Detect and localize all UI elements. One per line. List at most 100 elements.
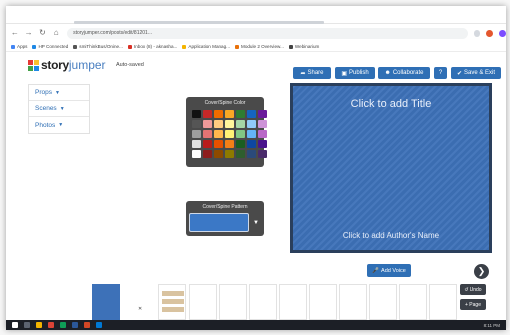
cover-author-placeholder[interactable]: Click to add Author's Name	[293, 231, 489, 240]
pattern-selector[interactable]	[189, 213, 249, 232]
back-icon[interactable]: ←	[10, 28, 20, 38]
publish-button[interactable]: ▣ Publish	[335, 67, 375, 79]
url-field[interactable]: storyjumper.com/posts/edit/81201...	[67, 27, 468, 39]
color-swatch[interactable]	[258, 140, 267, 148]
bookmark-application-manager[interactable]: Application Manag...	[182, 44, 230, 49]
color-swatch[interactable]	[236, 150, 245, 158]
home-icon[interactable]: ⌂	[51, 28, 61, 38]
page-thumbnail[interactable]	[369, 284, 397, 320]
bookmark-hp-connected[interactable]: HP Connected	[32, 44, 68, 49]
save-exit-button[interactable]: ✔ Save & Exit	[451, 67, 501, 79]
color-swatch[interactable]	[192, 130, 201, 138]
color-swatch[interactable]	[236, 120, 245, 128]
bookmark-icon	[73, 44, 78, 49]
bookmark-inbox[interactable]: Inbox (8) - aknasha...	[127, 44, 177, 49]
color-swatch[interactable]	[258, 110, 267, 118]
color-swatch[interactable]	[225, 120, 234, 128]
bookmark-module-2[interactable]: Module 2 Overview...	[235, 44, 284, 49]
color-swatch[interactable]	[236, 130, 245, 138]
page-thumbnail[interactable]	[309, 284, 337, 320]
color-swatch[interactable]	[214, 150, 223, 158]
color-swatch[interactable]	[225, 130, 234, 138]
menu-photos[interactable]: Photos ▼	[29, 117, 89, 133]
page-thumbnail[interactable]	[189, 284, 217, 320]
star-icon[interactable]	[473, 29, 481, 37]
color-swatch[interactable]	[203, 150, 212, 158]
color-swatch[interactable]	[192, 110, 201, 118]
extension-icon[interactable]	[486, 29, 494, 37]
page-thumbnail[interactable]	[219, 284, 247, 320]
color-swatch[interactable]	[192, 140, 201, 148]
next-page-arrow-icon[interactable]: ❯	[474, 264, 489, 279]
check-icon: ✔	[456, 70, 462, 77]
color-swatch[interactable]	[236, 110, 245, 118]
share-button[interactable]: ➦ Share	[293, 67, 331, 79]
module-icon	[235, 44, 239, 49]
browser-tab[interactable]	[74, 21, 324, 24]
powerpoint-icon[interactable]	[84, 322, 90, 328]
color-swatch[interactable]	[225, 110, 234, 118]
caret-down-icon: ▼	[54, 89, 60, 96]
mail-icon[interactable]	[96, 322, 102, 328]
add-voice-button[interactable]: 🎤 Add Voice	[367, 264, 411, 277]
color-swatch[interactable]	[247, 140, 256, 148]
color-swatch[interactable]	[214, 140, 223, 148]
color-swatch[interactable]	[247, 120, 256, 128]
undo-button[interactable]: ↺ Undo	[460, 284, 486, 295]
apps-icon	[11, 44, 15, 49]
close-icon[interactable]: ✕	[138, 306, 142, 312]
bookmark-apps[interactable]: Apps	[11, 44, 27, 49]
color-swatch[interactable]	[203, 130, 212, 138]
help-button[interactable]: ?	[434, 67, 447, 79]
cover-title-placeholder[interactable]: Click to add Title	[293, 98, 489, 110]
collaborate-button[interactable]: ☻ Collaborate	[378, 67, 430, 79]
page-thumbnail[interactable]	[399, 284, 427, 320]
page-thumbnail[interactable]	[249, 284, 277, 320]
storyjumper-logo[interactable]: story jumper	[28, 57, 106, 73]
color-swatch[interactable]	[192, 120, 201, 128]
color-swatch[interactable]	[247, 130, 256, 138]
windows-start-icon[interactable]	[12, 322, 18, 328]
color-swatch[interactable]	[214, 130, 223, 138]
page-thumbnail[interactable]	[279, 284, 307, 320]
reload-icon[interactable]: ↻	[38, 28, 48, 38]
menu-props[interactable]: Props ▼	[29, 85, 89, 101]
bookmark-webinarium[interactable]: Webinarium	[288, 44, 319, 49]
excel-icon[interactable]	[60, 322, 66, 328]
color-swatch[interactable]	[203, 120, 212, 128]
browser-address-bar: ← → ↻ ⌂ storyjumper.com/posts/edit/81201…	[6, 26, 506, 40]
color-swatch[interactable]	[192, 150, 201, 158]
os-taskbar: 8:11 PM	[6, 320, 506, 330]
page-thumbnail[interactable]	[339, 284, 367, 320]
caret-down-icon: ▼	[59, 105, 65, 112]
color-swatch[interactable]	[214, 110, 223, 118]
page-thumbnail-cover[interactable]	[92, 284, 120, 320]
color-swatch[interactable]	[258, 130, 267, 138]
color-swatch[interactable]	[236, 140, 245, 148]
add-page-button[interactable]: + Page	[460, 299, 486, 310]
bookmarks-bar: Apps HP Connected smiThinkBus/Onine... I…	[6, 42, 506, 52]
profile-avatar[interactable]	[499, 29, 506, 37]
color-swatch[interactable]	[225, 140, 234, 148]
color-swatch[interactable]	[203, 140, 212, 148]
forward-icon[interactable]: →	[24, 28, 34, 38]
color-swatch[interactable]	[258, 150, 267, 158]
cover-pattern-title: Cover/Spine Pattern	[202, 204, 248, 210]
color-swatch[interactable]	[258, 120, 267, 128]
file-explorer-icon[interactable]	[36, 322, 42, 328]
search-icon[interactable]	[24, 322, 30, 328]
color-swatch[interactable]	[203, 110, 212, 118]
color-swatch[interactable]	[214, 120, 223, 128]
color-swatch[interactable]	[247, 110, 256, 118]
page-thumbnail[interactable]	[158, 284, 186, 320]
chrome-icon[interactable]	[48, 322, 54, 328]
menu-scenes[interactable]: Scenes ▼	[29, 101, 89, 117]
page-thumbnail[interactable]	[429, 284, 457, 320]
undo-icon: ↺	[464, 286, 469, 293]
caret-down-icon[interactable]: ▼	[253, 220, 259, 226]
bookmark-smithinkbus[interactable]: smiThinkBus/Onine...	[73, 44, 123, 49]
color-swatch[interactable]	[225, 150, 234, 158]
book-cover[interactable]: Click to add Title Click to add Author's…	[290, 83, 492, 253]
word-icon[interactable]	[72, 322, 78, 328]
color-swatch[interactable]	[247, 150, 256, 158]
